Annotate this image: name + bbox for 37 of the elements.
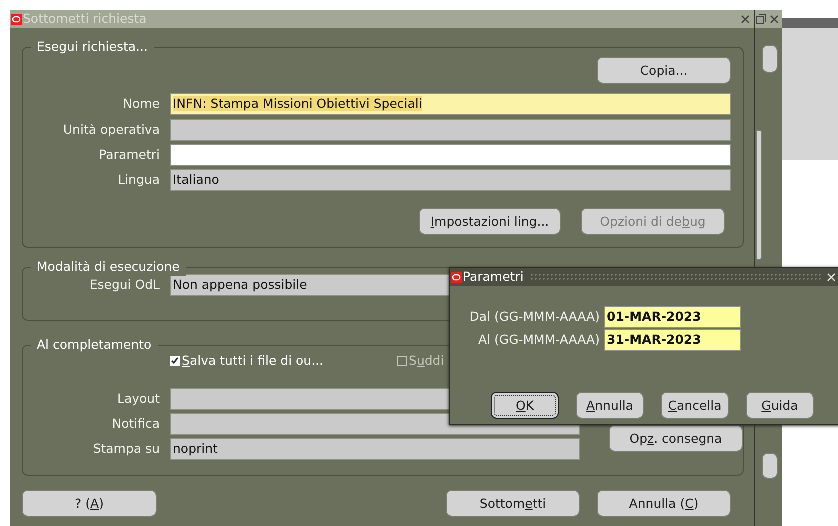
close-icon[interactable] [740, 14, 751, 24]
field-label: Lingua [117, 170, 161, 189]
field-label: Unità operativa [62, 120, 161, 139]
input-field[interactable]: Italiano [170, 169, 731, 191]
button[interactable]: Annulla (C) [597, 490, 731, 517]
field-label: Parametri [98, 146, 161, 164]
button[interactable]: Guida [746, 392, 814, 419]
restore-icon[interactable] [756, 14, 767, 24]
delivery-options-button[interactable]: Opz. consegna [609, 425, 743, 452]
field-label: Esegui OdL [88, 276, 161, 294]
close-icon[interactable] [769, 14, 780, 24]
input-field[interactable] [170, 144, 731, 166]
checkbox[interactable] [170, 356, 180, 366]
scrollbar[interactable] [756, 130, 762, 260]
button[interactable]: Sottometti [446, 490, 580, 517]
date-field[interactable]: 01-MAR-2023 [604, 306, 741, 328]
group-title: Modalità di esecuzione [31, 258, 186, 276]
field-label: Notifica [111, 414, 161, 433]
input-field[interactable]: INFN: Stampa Missioni Obiettivi Speciali [170, 93, 731, 115]
date-field[interactable]: 31-MAR-2023 [604, 329, 741, 351]
input-field[interactable]: noprint [170, 438, 580, 460]
copy-button[interactable]: Copia... [597, 57, 731, 84]
checkbox-label[interactable]: Salva tutti i file di ou... [182, 352, 324, 370]
button[interactable]: Cancella [661, 392, 729, 419]
field-label: Al (GG-MMM-AAAA) [478, 330, 601, 349]
app-icon [11, 14, 22, 24]
field-label: Layout [116, 390, 161, 408]
window-title: Sottometti richiesta [23, 10, 147, 28]
button[interactable]: OK [491, 392, 559, 419]
button[interactable]: ? (A) [22, 490, 157, 517]
field-label: Nome [122, 94, 161, 113]
button[interactable]: Impostazioni ling... [419, 208, 561, 235]
field-label: Stampa su [92, 440, 161, 458]
app-icon [451, 272, 462, 282]
field-label: Dal (GG-MMM-AAAA) [468, 308, 601, 326]
input-field[interactable] [170, 119, 731, 141]
button[interactable]: Annulla [576, 392, 644, 419]
